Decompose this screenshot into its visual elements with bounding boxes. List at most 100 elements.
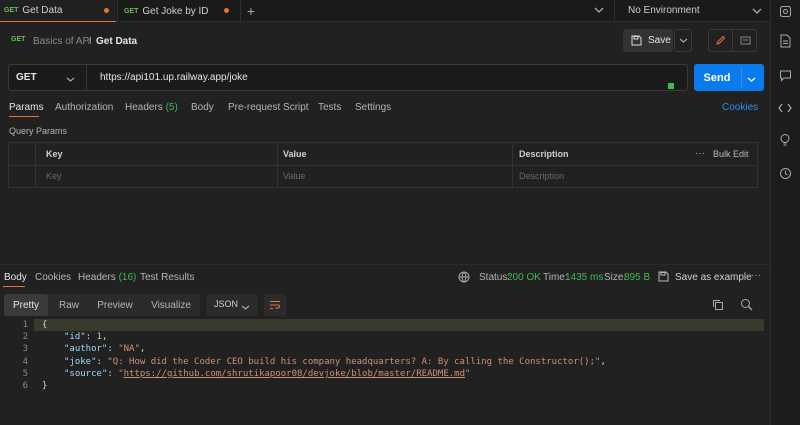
save-icon (631, 35, 642, 46)
environment-chevron-icon[interactable] (752, 6, 762, 18)
divider (277, 143, 278, 187)
param-value-input[interactable]: Value (283, 171, 305, 181)
column-key: Key (46, 149, 63, 159)
json-line-source: "source": "https://github.com/shrutikapo… (64, 369, 471, 379)
wrap-lines-icon[interactable] (264, 294, 286, 316)
tab-get-data[interactable]: GET Get Data (0, 0, 116, 22)
param-description-input[interactable]: Description (519, 171, 564, 181)
divider (512, 143, 513, 187)
line-number: 5 (22, 369, 28, 379)
more-options-icon[interactable]: ··· (695, 148, 705, 159)
tab-headers-label: Headers (125, 102, 163, 113)
tab-headers[interactable]: Headers (5) (125, 102, 178, 113)
json-source-link[interactable]: https://github.com/shrutikapoor08/devjok… (124, 369, 465, 379)
url-input[interactable]: https://api101.up.railway.app/joke (100, 72, 248, 83)
save-label: Save (648, 35, 671, 46)
line-number: 4 (22, 357, 28, 367)
active-tab-underline (3, 286, 25, 287)
right-sidebar (770, 0, 800, 425)
response-more-icon[interactable]: ··· (751, 270, 761, 281)
method-select[interactable]: GET (16, 72, 37, 83)
active-tab-underline (9, 116, 39, 117)
status-label: Status: (479, 272, 511, 283)
params-row (9, 165, 757, 187)
params-header-row (9, 143, 757, 165)
response-tab-headers[interactable]: Headers (16) (78, 272, 136, 283)
save-button[interactable]: Save (623, 29, 673, 52)
url-status-indicator-icon (668, 83, 674, 89)
search-icon[interactable] (740, 298, 753, 314)
divider (741, 67, 742, 88)
tab-pre-request-script[interactable]: Pre-request Script (228, 102, 309, 113)
current-line-highlight (34, 319, 764, 331)
json-open-brace: { (42, 320, 48, 330)
param-key-input[interactable]: Key (46, 171, 62, 181)
json-close-brace: } (42, 381, 48, 391)
time-value[interactable]: 1435 ms (565, 272, 603, 283)
response-tab-cookies[interactable]: Cookies (35, 272, 71, 283)
params-table (8, 142, 758, 188)
size-value[interactable]: 895 B (624, 272, 650, 283)
send-dropdown-chevron-icon[interactable] (747, 74, 756, 86)
tab-settings[interactable]: Settings (355, 102, 391, 113)
json-author-value: "NA" (118, 344, 140, 354)
tab-method: GET (124, 7, 139, 15)
network-globe-icon[interactable] (458, 271, 470, 286)
method-chevron-icon[interactable] (66, 74, 75, 86)
tabs-dropdown-chevron-icon[interactable] (594, 6, 604, 16)
tab-get-joke-by-id[interactable]: GET Get Joke by ID (117, 0, 241, 22)
code-icon[interactable] (775, 100, 795, 116)
tab-params[interactable]: Params (9, 102, 43, 113)
related-collections-icon[interactable] (775, 165, 795, 181)
send-button[interactable]: Send (694, 64, 740, 91)
line-number: 3 (22, 344, 28, 354)
json-line-author: "author": "NA", (64, 344, 146, 354)
save-as-example-button[interactable]: Save as example (675, 272, 752, 283)
view-preview[interactable]: Preview (90, 294, 140, 316)
copy-icon[interactable] (712, 299, 724, 314)
response-tab-test-results[interactable]: Test Results (140, 272, 194, 283)
cookies-link[interactable]: Cookies (722, 102, 758, 113)
response-tab-body[interactable]: Body (4, 272, 27, 283)
json-joke-value: "Q: How did the Coder CEO build his comp… (107, 357, 601, 367)
json-line-joke: "joke": "Q: How did the Coder CEO build … (64, 357, 606, 367)
tab-label: Get Joke by ID (142, 5, 209, 17)
breadcrumb-request[interactable]: Get Data (96, 36, 137, 47)
view-visualize[interactable]: Visualize (144, 294, 198, 316)
comment-mode-icon[interactable] (734, 30, 756, 51)
column-description: Description (519, 149, 569, 159)
status-value[interactable]: 200 OK (507, 272, 541, 283)
comments-icon[interactable] (775, 67, 795, 83)
time-label: Time: (543, 272, 568, 283)
divider (0, 264, 770, 265)
line-number: 6 (22, 381, 28, 391)
tab-method: GET (4, 7, 19, 14)
breadcrumb-collection[interactable]: Basics of API (33, 36, 92, 47)
divider (86, 65, 87, 90)
json-id-value: 1 (96, 332, 102, 342)
environment-quicklook-icon[interactable] (775, 3, 795, 19)
new-tab-plus-icon[interactable]: + (244, 2, 258, 20)
edit-pencil-icon[interactable] (709, 30, 733, 51)
query-params-title: Query Params (9, 126, 68, 136)
tab-body[interactable]: Body (191, 102, 214, 113)
save-example-icon (658, 271, 669, 285)
documentation-icon[interactable] (775, 33, 795, 49)
environment-select[interactable]: No Environment (628, 5, 700, 16)
format-chevron-icon (241, 302, 250, 314)
info-bulb-icon[interactable] (775, 132, 795, 148)
response-headers-count: (16) (118, 272, 137, 283)
tab-tests[interactable]: Tests (318, 102, 341, 113)
line-number: 2 (22, 332, 28, 342)
view-pretty[interactable]: Pretty (4, 294, 48, 316)
column-value: Value (283, 149, 307, 159)
request-method-badge: GET (11, 36, 26, 43)
tab-authorization[interactable]: Authorization (55, 102, 113, 113)
breadcrumb-separator: / (88, 36, 91, 47)
headers-count: (5) (165, 102, 178, 113)
unsaved-dot-icon (224, 8, 229, 13)
view-raw[interactable]: Raw (52, 294, 86, 316)
save-dropdown-chevron-icon[interactable] (674, 29, 692, 52)
bulk-edit-button[interactable]: Bulk Edit (713, 149, 749, 159)
format-label: JSON (214, 299, 239, 309)
